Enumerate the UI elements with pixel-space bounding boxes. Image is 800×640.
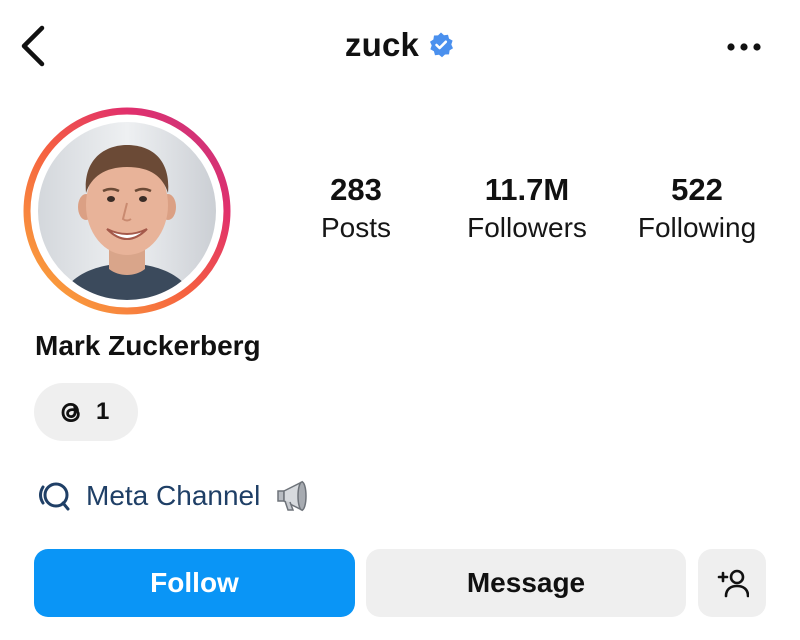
followers-label: Followers	[467, 212, 587, 243]
threads-count: 1	[96, 398, 110, 425]
profile-page: zuck 283 Posts 11.7M Followers 522 Follo…	[0, 0, 800, 640]
channel-label: Meta Channel	[86, 480, 261, 511]
stat-followers[interactable]: 11.7M Followers	[447, 172, 607, 248]
broadcast-channel-icon	[39, 482, 70, 511]
threads-icon	[61, 402, 80, 423]
username: zuck	[344, 26, 420, 63]
more-horizontal-icon[interactable]	[726, 40, 762, 54]
megaphone-icon	[277, 480, 308, 512]
stat-posts[interactable]: 283 Posts	[276, 172, 436, 248]
follow-button[interactable]: Follow	[34, 549, 355, 617]
posts-count: 283	[330, 172, 382, 207]
add-person-icon	[717, 569, 749, 598]
broadcast-channel-link[interactable]: Meta Channel	[34, 475, 312, 517]
verified-badge-icon	[430, 32, 454, 58]
display-name: Mark Zuckerberg	[35, 330, 261, 361]
stat-following[interactable]: 522 Following	[617, 172, 777, 248]
message-button[interactable]: Message	[366, 549, 686, 617]
threads-badge[interactable]: 1	[34, 383, 138, 441]
avatar[interactable]	[23, 107, 231, 315]
posts-label: Posts	[320, 212, 392, 243]
username-header: zuck	[0, 26, 800, 64]
following-count: 522	[671, 172, 723, 207]
followers-count: 11.7M	[484, 172, 570, 207]
suggested-people-button[interactable]	[698, 549, 766, 617]
following-label: Following	[637, 212, 757, 243]
